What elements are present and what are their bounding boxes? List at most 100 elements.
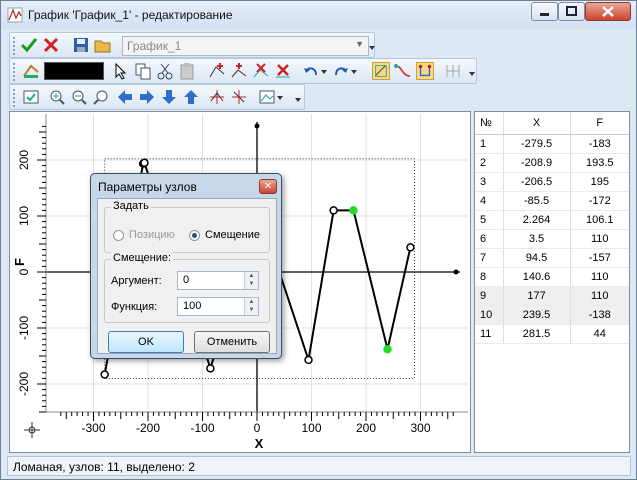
table-cell[interactable]: -138 <box>570 305 629 325</box>
table-row[interactable]: 5 2.264 106.1 <box>475 210 629 230</box>
table-cell[interactable]: 2.264 <box>503 210 571 230</box>
close-button[interactable] <box>585 2 631 21</box>
node-point[interactable] <box>100 370 109 379</box>
nodes-table-panel[interactable]: № X F 1 -279.5 -183 2 -208.9 193.5 3 -206.5 195 4 -8… <box>474 111 630 453</box>
table-cell[interactable]: 1 <box>475 134 504 154</box>
table-cell[interactable]: -183 <box>570 134 629 154</box>
column-header[interactable]: № <box>475 112 504 135</box>
redo-icon[interactable] <box>332 62 350 80</box>
table-cell[interactable]: 239.5 <box>503 305 571 325</box>
table-cell[interactable]: 110 <box>570 286 629 306</box>
table-row[interactable]: 7 94.5 -157 <box>475 248 629 268</box>
delete-line-icon[interactable] <box>274 62 292 80</box>
table-cell[interactable]: 94.5 <box>503 248 571 268</box>
grid-settings-icon[interactable] <box>444 62 462 80</box>
table-cell[interactable]: 110 <box>570 267 629 287</box>
table-cell[interactable]: -279.5 <box>503 134 571 154</box>
table-cell[interactable]: 44 <box>570 324 629 344</box>
node-point[interactable] <box>304 355 313 365</box>
export-dropdown-icon[interactable] <box>276 88 284 106</box>
export-image-icon[interactable] <box>258 88 276 106</box>
line-style-icon[interactable] <box>22 62 40 80</box>
redo-dropdown-icon[interactable] <box>350 62 358 80</box>
scale-x-icon[interactable] <box>208 88 226 106</box>
table-cell[interactable]: 8 <box>475 267 504 287</box>
spin-arrows-icon[interactable]: ▲ ▼ <box>244 298 258 315</box>
table-cell[interactable]: -172 <box>570 191 629 211</box>
table-row[interactable]: 1 -279.5 -183 <box>475 134 629 154</box>
select-pointer-icon[interactable] <box>112 62 130 80</box>
table-row[interactable]: 8 140.6 110 <box>475 267 629 287</box>
table-cell[interactable]: -85.5 <box>503 191 571 211</box>
arrow-left-icon[interactable] <box>116 88 134 106</box>
table-cell[interactable]: -208.9 <box>503 153 571 173</box>
toolbar-overflow-icon[interactable] <box>294 88 302 106</box>
fit-view-icon[interactable] <box>22 88 40 106</box>
column-header[interactable]: F <box>570 112 629 135</box>
line-color-swatch[interactable] <box>44 62 104 80</box>
table-cell[interactable]: 195 <box>570 172 629 192</box>
node-markers-icon[interactable] <box>416 62 434 80</box>
graph-select[interactable]: График_1 ▼ <box>122 36 369 56</box>
pan-icon[interactable] <box>24 422 40 438</box>
table-row[interactable]: 10 239.5 -138 <box>475 305 629 325</box>
table-cell[interactable]: 4 <box>475 191 504 211</box>
radio-position[interactable] <box>113 230 124 241</box>
arrow-right-icon[interactable] <box>138 88 156 106</box>
table-cell[interactable]: -157 <box>570 248 629 268</box>
paste-icon[interactable] <box>178 62 196 80</box>
table-row[interactable]: 6 3.5 110 <box>475 229 629 249</box>
toolbar-grip[interactable] <box>13 37 16 55</box>
table-cell[interactable]: 10 <box>475 305 504 325</box>
arrow-down-icon[interactable] <box>160 88 178 106</box>
toolbar-overflow-icon[interactable] <box>368 36 376 54</box>
node-point[interactable] <box>406 243 415 252</box>
spin-arrows-icon[interactable]: ▲ ▼ <box>244 272 258 289</box>
reject-icon[interactable] <box>42 36 60 54</box>
delete-node-icon[interactable] <box>252 62 270 80</box>
copy-icon[interactable] <box>134 62 152 80</box>
dialog-close-button[interactable]: ✕ <box>259 179 277 194</box>
table-cell[interactable]: -206.5 <box>503 172 571 192</box>
arrow-up-icon[interactable] <box>182 88 200 106</box>
maximize-button[interactable] <box>558 2 585 21</box>
table-row[interactable]: 2 -208.9 193.5 <box>475 153 629 173</box>
table-cell[interactable]: 3.5 <box>503 229 571 249</box>
argument-spinbox[interactable]: 0 ▲ ▼ <box>177 271 259 290</box>
table-cell[interactable]: 110 <box>570 229 629 249</box>
table-cell[interactable]: 193.5 <box>570 153 629 173</box>
table-cell[interactable]: 3 <box>475 172 504 192</box>
save-icon[interactable] <box>72 36 90 54</box>
insert-node-icon[interactable] <box>230 62 248 80</box>
table-cell[interactable]: 5 <box>475 210 504 230</box>
toolbar-overflow-icon[interactable] <box>468 62 476 80</box>
table-cell[interactable]: 6 <box>475 229 504 249</box>
zoom-out-icon[interactable] <box>70 88 88 106</box>
table-cell[interactable]: 106.1 <box>570 210 629 230</box>
cancel-button[interactable]: Отменить <box>194 331 270 353</box>
table-cell[interactable]: 11 <box>475 324 504 344</box>
table-cell[interactable]: 177 <box>503 286 571 306</box>
snap-nodes-icon[interactable] <box>372 62 390 80</box>
table-row[interactable]: 3 -206.5 195 <box>475 172 629 192</box>
table-cell[interactable]: 9 <box>475 286 504 306</box>
function-spinbox[interactable]: 100 ▲ ▼ <box>177 297 259 316</box>
cut-icon[interactable] <box>156 62 174 80</box>
node-point[interactable] <box>140 158 149 168</box>
undo-icon[interactable] <box>302 62 320 80</box>
add-node-icon[interactable] <box>208 62 226 80</box>
zoom-in-icon[interactable] <box>48 88 66 106</box>
table-row[interactable]: 9 177 110 <box>475 286 629 306</box>
selected-node-point[interactable] <box>349 206 358 215</box>
table-cell[interactable]: 2 <box>475 153 504 173</box>
table-row[interactable]: 4 -85.5 -172 <box>475 191 629 211</box>
node-point[interactable] <box>329 206 338 215</box>
ok-button[interactable]: OK <box>108 331 184 353</box>
open-folder-icon[interactable] <box>94 36 112 54</box>
curve-mode-icon[interactable] <box>394 62 412 80</box>
node-point[interactable] <box>206 364 215 373</box>
zoom-region-icon[interactable] <box>92 88 110 106</box>
toolbar-grip[interactable] <box>13 63 16 81</box>
toolbar-grip[interactable] <box>13 89 16 107</box>
minimize-button[interactable] <box>531 2 558 21</box>
